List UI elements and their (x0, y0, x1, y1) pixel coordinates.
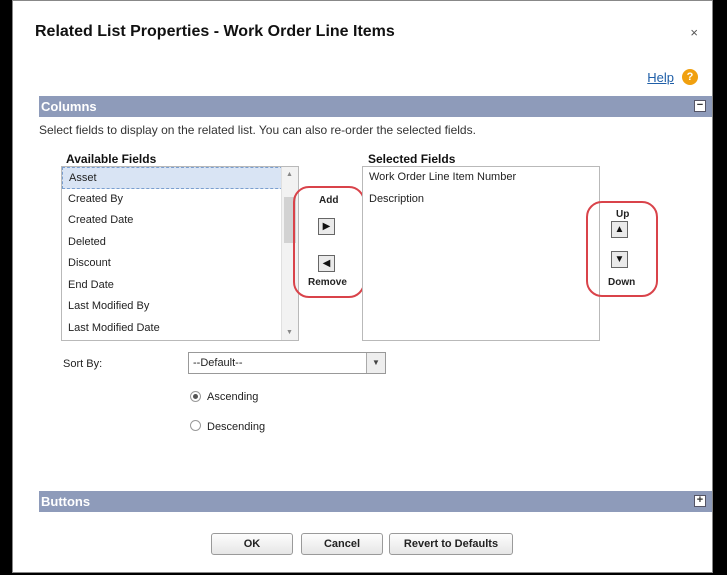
available-fields-options: Asset Created By Created Date Deleted Discou… (62, 167, 298, 339)
selected-fields-label: Selected Fields (368, 152, 456, 166)
available-field-option[interactable]: Asset (62, 167, 298, 189)
available-field-option[interactable]: Created Date (62, 210, 298, 232)
cancel-button[interactable]: Cancel (301, 533, 383, 555)
scroll-up-icon[interactable]: ▲ (286, 171, 293, 178)
down-label: Down (608, 277, 636, 288)
arrow-down-icon[interactable]: ▼ (611, 251, 628, 268)
available-field-option[interactable]: Last Modified By (62, 296, 298, 318)
arrow-left-icon[interactable]: ◀ (318, 255, 335, 272)
descending-label: Descending (207, 421, 266, 433)
columns-section-header: Columns − (39, 96, 712, 117)
ascending-label: Ascending (207, 391, 259, 403)
selected-fields-options: Work Order Line Item Number Description (363, 167, 599, 211)
ascending-radio[interactable] (190, 391, 201, 402)
available-field-option[interactable]: Last Modified Date (62, 318, 298, 340)
selected-field-option[interactable]: Description (363, 189, 599, 211)
remove-label: Remove (308, 277, 347, 288)
scroll-down-icon[interactable]: ▼ (286, 329, 293, 336)
sort-by-value: --Default-- (193, 357, 243, 369)
available-field-option[interactable]: End Date (62, 275, 298, 297)
arrow-right-icon[interactable]: ▶ (318, 218, 335, 235)
columns-section-title: Columns (41, 99, 97, 114)
selected-fields-listbox[interactable]: Work Order Line Item Number Description (362, 166, 600, 341)
available-field-option[interactable]: Deleted (62, 232, 298, 254)
help-icon[interactable]: ? (682, 69, 698, 85)
descending-radio[interactable] (190, 420, 201, 431)
revert-to-defaults-button[interactable]: Revert to Defaults (389, 533, 513, 555)
sort-by-label: Sort By: (63, 358, 103, 370)
dialog-title: Related List Properties - Work Order Lin… (35, 23, 395, 40)
sort-by-select[interactable]: --Default-- ▼ (188, 352, 386, 374)
expand-icon[interactable]: + (694, 495, 706, 507)
close-icon[interactable]: × (690, 25, 698, 40)
help-link[interactable]: Help (647, 70, 674, 85)
arrow-up-icon[interactable]: ▲ (611, 221, 628, 238)
ok-button[interactable]: OK (211, 533, 293, 555)
buttons-section-header: Buttons + (39, 491, 712, 512)
available-field-option[interactable]: Discount (62, 253, 298, 275)
up-label: Up (616, 209, 630, 220)
available-field-option[interactable]: Created By (62, 189, 298, 211)
available-fields-listbox[interactable]: Asset Created By Created Date Deleted Discou… (61, 166, 299, 341)
related-list-properties-dialog: Related List Properties - Work Order Lin… (12, 0, 713, 573)
available-fields-label: Available Fields (66, 152, 157, 166)
collapse-icon[interactable]: − (694, 100, 706, 112)
chevron-down-icon[interactable]: ▼ (366, 353, 385, 373)
selected-field-option[interactable]: Work Order Line Item Number (363, 167, 599, 189)
buttons-section-title: Buttons (41, 494, 91, 509)
dialog-title-bar: Related List Properties - Work Order Lin… (13, 1, 712, 59)
columns-instruction: Select fields to display on the related … (39, 123, 476, 137)
add-label: Add (319, 195, 339, 206)
